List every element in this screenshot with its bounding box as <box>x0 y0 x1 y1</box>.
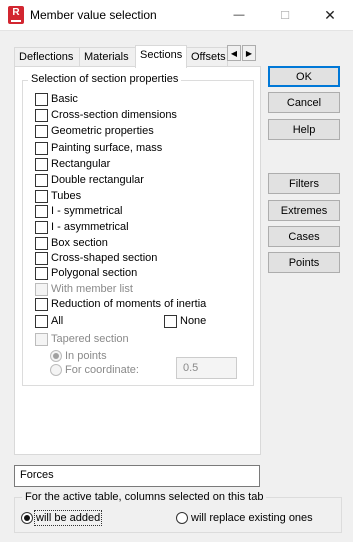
checkbox-box[interactable] <box>35 332 48 346</box>
group-title: Selection of section properties <box>28 73 182 85</box>
checkbox-box[interactable] <box>35 92 48 106</box>
checkbox-all[interactable]: All <box>35 314 63 328</box>
checkbox-label: Double rectangular <box>51 174 144 186</box>
checkbox-cross-shaped-section[interactable]: Cross-shaped section <box>35 251 157 265</box>
checkbox-label: Cross-shaped section <box>51 252 158 264</box>
checkbox-box[interactable] <box>35 141 48 155</box>
tab-sections[interactable]: Sections <box>135 45 187 68</box>
checkbox-box[interactable] <box>35 173 48 187</box>
forces-field[interactable]: Forces <box>14 465 260 487</box>
checkbox-reduction-of-moments[interactable]: Reduction of moments of inertia <box>35 297 206 311</box>
checkbox-label: Basic <box>51 93 78 105</box>
checkbox-box[interactable] <box>35 297 48 311</box>
checkbox-box[interactable] <box>35 266 48 280</box>
checkbox-polygonal-section[interactable]: Polygonal section <box>35 266 137 280</box>
checkbox-box[interactable] <box>35 314 48 328</box>
radio-button[interactable] <box>50 364 62 376</box>
tab-materials[interactable]: Materials <box>79 47 137 67</box>
checkbox-box[interactable] <box>35 108 48 122</box>
checkbox-box[interactable] <box>35 236 48 250</box>
checkbox-label: Painting surface, mass <box>51 142 163 154</box>
maximize-button[interactable]: ☐ <box>262 0 308 30</box>
checkbox-label: All <box>51 315 64 327</box>
help-button[interactable]: Help <box>268 119 340 140</box>
radio-label: will be added <box>33 510 103 526</box>
radio-button[interactable] <box>176 512 188 524</box>
ok-button[interactable]: OK <box>268 66 340 87</box>
tab-scroll-right-button[interactable]: ▶ <box>242 45 256 61</box>
checkbox-label: Rectangular <box>51 158 111 170</box>
checkbox-label: Polygonal section <box>51 267 138 279</box>
checkbox-label: I - symmetrical <box>51 205 123 217</box>
checkbox-geometric-properties[interactable]: Geometric properties <box>35 124 154 138</box>
robot-app-icon: R <box>8 6 24 24</box>
title-bar: R Member value selection — ☐ ✕ <box>0 0 353 31</box>
radio-will-replace[interactable]: will replace existing ones <box>176 511 313 525</box>
coordinate-input[interactable]: 0.5 <box>176 357 237 379</box>
radio-for-coordinate[interactable]: For coordinate: <box>50 363 139 377</box>
minimize-button[interactable]: — <box>216 0 262 30</box>
checkbox-label: Geometric properties <box>51 125 154 137</box>
radio-will-be-added[interactable]: will be added <box>21 510 103 526</box>
checkbox-i-asymmetrical[interactable]: I - asymmetrical <box>35 220 129 234</box>
checkbox-double-rectangular[interactable]: Double rectangular <box>35 173 144 187</box>
chevron-right-icon: ▶ <box>245 48 253 58</box>
checkbox-label: Cross-section dimensions <box>51 109 177 121</box>
radio-label: In points <box>65 350 107 362</box>
cases-button[interactable]: Cases <box>268 226 340 247</box>
checkbox-none[interactable]: None <box>164 314 206 328</box>
checkbox-painting-surface[interactable]: Painting surface, mass <box>35 141 162 155</box>
checkbox-with-member-list[interactable]: With member list <box>35 282 133 296</box>
checkbox-tubes[interactable]: Tubes <box>35 189 81 203</box>
close-button[interactable]: ✕ <box>307 0 353 30</box>
checkbox-cross-section-dimensions[interactable]: Cross-section dimensions <box>35 108 177 122</box>
minimize-icon: — <box>233 9 245 21</box>
checkbox-box[interactable] <box>164 314 177 328</box>
checkbox-tapered-section[interactable]: Tapered section <box>35 332 129 346</box>
cancel-button[interactable]: Cancel <box>268 92 340 113</box>
checkbox-box[interactable] <box>35 251 48 265</box>
checkbox-box[interactable] <box>35 282 48 296</box>
checkbox-label: Tapered section <box>51 333 129 345</box>
checkbox-label: Tubes <box>51 190 82 202</box>
active-table-group-title: For the active table, columns selected o… <box>22 491 267 503</box>
tab-deflections[interactable]: Deflections <box>14 47 80 67</box>
chevron-left-icon: ◀ <box>230 48 238 58</box>
checkbox-label: With member list <box>51 283 133 295</box>
tab-offsets[interactable]: Offsets <box>186 47 228 67</box>
radio-label: will replace existing ones <box>191 512 313 524</box>
maximize-icon: ☐ <box>280 9 290 22</box>
checkbox-label: None <box>180 315 207 327</box>
checkbox-box[interactable] <box>35 124 48 138</box>
checkbox-label: I - asymmetrical <box>51 221 129 233</box>
window-title: Member value selection <box>30 8 157 22</box>
extremes-button[interactable]: Extremes <box>268 200 340 221</box>
checkbox-box[interactable] <box>35 189 48 203</box>
radio-label: For coordinate: <box>65 364 139 376</box>
checkbox-i-symmetrical[interactable]: I - symmetrical <box>35 204 123 218</box>
app-icon-letter: R <box>12 7 20 18</box>
radio-button[interactable] <box>50 350 62 362</box>
radio-button[interactable] <box>21 512 33 524</box>
checkbox-rectangular[interactable]: Rectangular <box>35 157 110 171</box>
radio-in-points[interactable]: In points <box>50 349 107 363</box>
checkbox-label: Box section <box>51 237 108 249</box>
checkbox-box[interactable] <box>35 220 48 234</box>
tab-scroll-left-button[interactable]: ◀ <box>227 45 241 61</box>
checkbox-box[interactable] <box>35 157 48 171</box>
checkbox-box-section[interactable]: Box section <box>35 236 108 250</box>
filters-button[interactable]: Filters <box>268 173 340 194</box>
checkbox-box[interactable] <box>35 204 48 218</box>
checkbox-basic[interactable]: Basic <box>35 92 78 106</box>
close-icon: ✕ <box>324 6 336 23</box>
checkbox-label: Reduction of moments of inertia <box>51 298 207 310</box>
tab-strip: Deflections Materials Sections Offsets <box>14 45 254 68</box>
points-button[interactable]: Points <box>268 252 340 273</box>
